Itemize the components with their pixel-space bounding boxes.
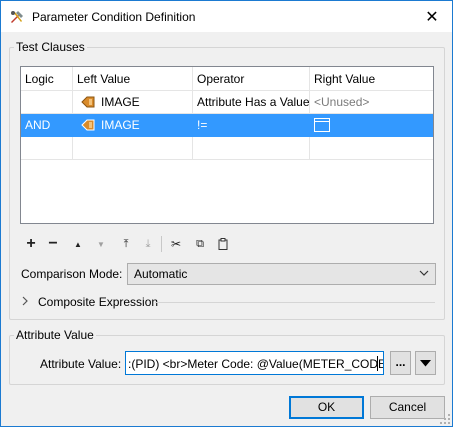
operator-cell[interactable]: != [193, 114, 310, 137]
attribute-icon [81, 119, 95, 131]
open-editor-button[interactable]: ... [390, 351, 411, 375]
remove-row-button[interactable]: − [45, 235, 61, 253]
operator-cell[interactable] [193, 137, 310, 160]
column-header-logic[interactable]: Logic [21, 67, 73, 91]
column-header-operator[interactable]: Operator [193, 67, 310, 91]
value-menu-button[interactable] [415, 351, 436, 375]
logic-cell[interactable] [21, 137, 73, 160]
text-caret [377, 356, 378, 371]
logic-cell[interactable]: AND [21, 114, 73, 137]
copy-button[interactable]: ⧉ [192, 235, 208, 253]
move-down-button[interactable]: ▼ [93, 235, 109, 253]
attribute-value-text: :(PID) <br>Meter Code: @Value(METER_CODE… [128, 357, 384, 371]
left-value-cell[interactable]: IMAGE [73, 91, 193, 114]
triangle-down-icon [420, 360, 431, 367]
attribute-value-label: Attribute Value: [40, 357, 122, 371]
close-icon: ✕ [425, 8, 439, 26]
window-title: Parameter Condition Definition [32, 10, 196, 24]
table-row-selected[interactable]: AND IMAGE != [21, 114, 433, 137]
attribute-value-input[interactable]: :(PID) <br>Meter Code: @Value(METER_CODE… [125, 351, 384, 375]
move-up-button[interactable]: ▲ [70, 235, 86, 253]
right-value-cell[interactable] [310, 114, 433, 137]
scissors-icon: ✂ [170, 237, 182, 251]
plus-icon: + [26, 235, 36, 252]
attribute-value-legend: Attribute Value [16, 328, 94, 342]
composite-divider [155, 302, 435, 303]
move-to-bottom-icon: ⤓ [145, 237, 151, 250]
logic-cell[interactable] [21, 91, 73, 114]
tools-icon [11, 11, 23, 23]
arrow-down-icon: ▼ [97, 239, 105, 249]
right-value-cell[interactable]: <Unused> [310, 91, 433, 114]
attribute-icon [81, 96, 95, 108]
paste-button[interactable] [215, 235, 231, 253]
clipboard-icon [218, 238, 228, 250]
left-value-cell[interactable] [73, 137, 193, 160]
right-value-cell[interactable] [310, 137, 433, 160]
move-bottom-button[interactable]: ⤓ [140, 235, 156, 253]
left-value-text: IMAGE [101, 95, 140, 109]
operator-cell[interactable]: Attribute Has a Value [193, 91, 310, 114]
test-clauses-legend: Test Clauses [16, 40, 85, 54]
minus-icon: − [48, 235, 58, 252]
cut-button[interactable]: ✂ [168, 235, 184, 253]
composite-expression-label: Composite Expression [38, 295, 159, 309]
close-button[interactable]: ✕ [412, 1, 452, 32]
parameter-condition-dialog: Parameter Condition Definition ✕ Test Cl… [0, 0, 453, 427]
column-header-left-value[interactable]: Left Value [73, 67, 193, 91]
comparison-mode-value: Automatic [134, 267, 188, 281]
chevron-down-icon [419, 270, 429, 276]
comparison-mode-label: Comparison Mode: [21, 267, 123, 281]
move-to-top-icon: ⤒ [123, 237, 129, 250]
cancel-button[interactable]: Cancel [370, 396, 445, 419]
toolbar-separator [161, 236, 162, 252]
column-header-right-value[interactable]: Right Value [310, 67, 433, 91]
table-row-empty[interactable] [21, 137, 433, 160]
move-top-button[interactable]: ⤒ [118, 235, 134, 253]
table-row[interactable]: IMAGE Attribute Has a Value <Unused> [21, 91, 433, 114]
add-row-button[interactable]: + [23, 235, 39, 253]
arrow-up-icon: ▲ [74, 239, 82, 249]
left-value-cell[interactable]: IMAGE [73, 114, 193, 137]
comparison-mode-select[interactable]: Automatic [127, 263, 436, 285]
left-value-text: IMAGE [101, 118, 140, 132]
title-bar: Parameter Condition Definition ✕ [1, 1, 452, 32]
copy-icon: ⧉ [196, 237, 204, 250]
ok-button[interactable]: OK [289, 396, 364, 419]
resize-grip-icon[interactable] [440, 414, 450, 424]
chevron-right-icon [22, 296, 28, 306]
table-header: Logic Left Value Operator Right Value [21, 67, 433, 91]
test-clauses-table[interactable]: Logic Left Value Operator Right Value IM… [20, 66, 434, 224]
text-editor-icon[interactable] [314, 118, 330, 132]
